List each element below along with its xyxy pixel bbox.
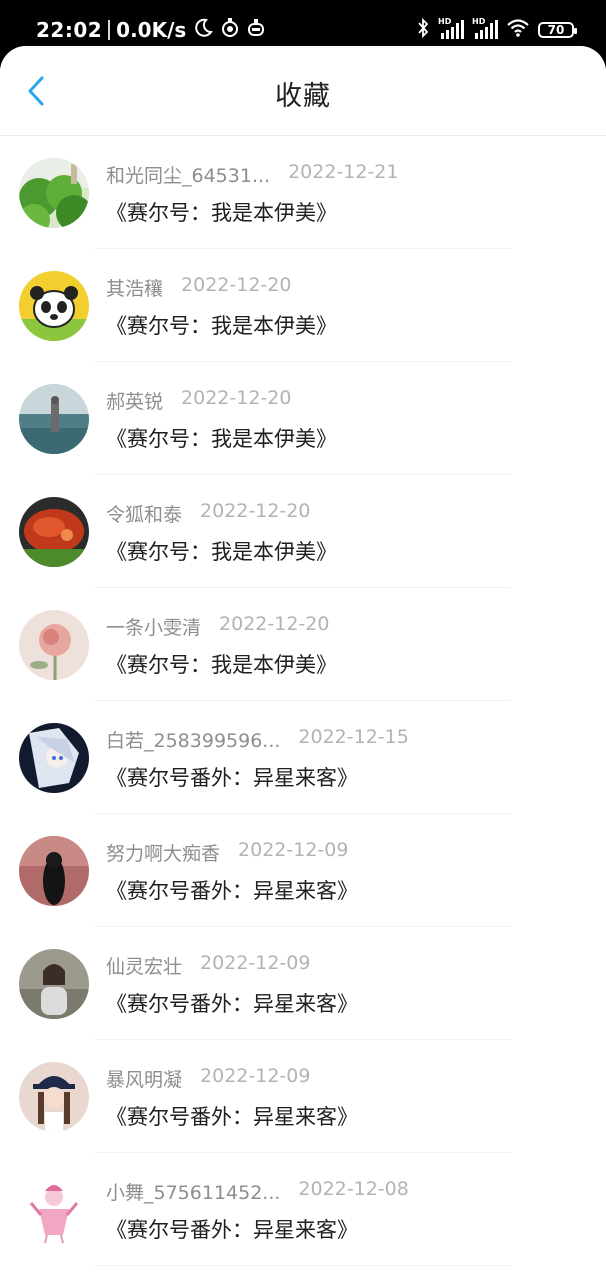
user-name: 努力啊大痴香 (106, 843, 221, 865)
favorite-date: 2022-12-20 (219, 613, 330, 635)
user-name: 小舞_575611452... (106, 1182, 281, 1204)
avatar (19, 158, 89, 228)
avatar (19, 723, 89, 793)
favorite-date: 2022-12-20 (181, 387, 292, 409)
favorite-date: 2022-12-20 (181, 274, 292, 296)
list-item[interactable]: 小舞_575611452... 2022-12-08 《赛尔号番外：异星来客》 (0, 1153, 606, 1266)
battery-indicator: 70 (538, 22, 577, 38)
avatar (19, 610, 89, 680)
favorite-date: 2022-12-09 (200, 952, 311, 974)
user-name: 仙灵宏壮 (106, 956, 183, 978)
list-item[interactable]: 一条小雯清 2022-12-20 《赛尔号：我是本伊美》 (0, 588, 606, 701)
avatar (19, 271, 89, 341)
avatar (19, 384, 89, 454)
work-title: 《赛尔号：我是本伊美》 (106, 314, 337, 338)
signal-icon-2: HD (472, 17, 498, 41)
favorite-date: 2022-12-21 (288, 161, 399, 183)
wifi-icon (506, 18, 530, 42)
work-title: 《赛尔号番外：异星来客》 (106, 1105, 358, 1129)
bluetooth-icon (416, 17, 430, 43)
user-name: 暴风明凝 (106, 1069, 183, 1091)
app-notification-icon (220, 17, 240, 43)
list-item[interactable]: 其浩穰 2022-12-20 《赛尔号：我是本伊美》 (0, 249, 606, 362)
favorites-screen: 收藏 和光同尘_64531... 2022-12-21 《赛尔号：我是本伊美》 其… (0, 46, 606, 1280)
work-title: 《赛尔号：我是本伊美》 (106, 540, 337, 564)
status-time: 22:02 (36, 18, 103, 42)
favorite-date: 2022-12-08 (298, 1178, 409, 1200)
favorite-date: 2022-12-09 (238, 839, 349, 861)
user-name: 其浩穰 (106, 278, 164, 300)
user-name: 一条小雯清 (106, 617, 202, 639)
work-title: 《赛尔号番外：异星来客》 (106, 1218, 358, 1242)
list-item[interactable]: 暴风明凝 2022-12-09 《赛尔号番外：异星来客》 (0, 1040, 606, 1153)
user-name: 和光同尘_64531... (106, 165, 271, 187)
work-title: 《赛尔号：我是本伊美》 (106, 427, 337, 451)
status-net-speed: 0.0K/s (116, 18, 187, 42)
avatar (19, 1062, 89, 1132)
list-item[interactable]: 和光同尘_64531... 2022-12-21 《赛尔号：我是本伊美》 (0, 136, 606, 249)
work-title: 《赛尔号番外：异星来客》 (106, 766, 358, 790)
avatar (19, 497, 89, 567)
list-item[interactable]: 白若_258399596... 2022-12-15 《赛尔号番外：异星来客》 (0, 701, 606, 814)
avatar (19, 1175, 89, 1245)
navigation-bar: 收藏 (0, 46, 606, 136)
favorite-date: 2022-12-15 (298, 726, 409, 748)
work-title: 《赛尔号：我是本伊美》 (106, 201, 337, 225)
list-item[interactable]: 仙灵宏壮 2022-12-09 《赛尔号番外：异星来客》 (0, 927, 606, 1040)
list-item[interactable]: 郝英锐 2022-12-20 《赛尔号：我是本伊美》 (0, 362, 606, 475)
list-item[interactable]: 努力啊大痴香 2022-12-09 《赛尔号番外：异星来客》 (0, 814, 606, 927)
user-name: 郝英锐 (106, 391, 164, 413)
app-notification-icon-2 (246, 17, 266, 43)
moon-icon (192, 17, 214, 43)
work-title: 《赛尔号番外：异星来客》 (106, 879, 358, 903)
avatar (19, 949, 89, 1019)
work-title: 《赛尔号番外：异星来客》 (106, 992, 358, 1016)
user-name: 白若_258399596... (106, 730, 281, 752)
battery-level: 70 (547, 23, 565, 37)
favorites-list: 和光同尘_64531... 2022-12-21 《赛尔号：我是本伊美》 其浩穰 2… (0, 136, 606, 1266)
page-title: 收藏 (275, 81, 331, 112)
favorite-date: 2022-12-09 (200, 1065, 311, 1087)
work-title: 《赛尔号：我是本伊美》 (106, 653, 337, 677)
list-item[interactable]: 令狐和泰 2022-12-20 《赛尔号：我是本伊美》 (0, 475, 606, 588)
avatar (19, 836, 89, 906)
favorite-date: 2022-12-20 (200, 500, 311, 522)
user-name: 令狐和泰 (106, 504, 183, 526)
signal-icon: HD (438, 17, 464, 41)
status-divider (108, 20, 111, 40)
